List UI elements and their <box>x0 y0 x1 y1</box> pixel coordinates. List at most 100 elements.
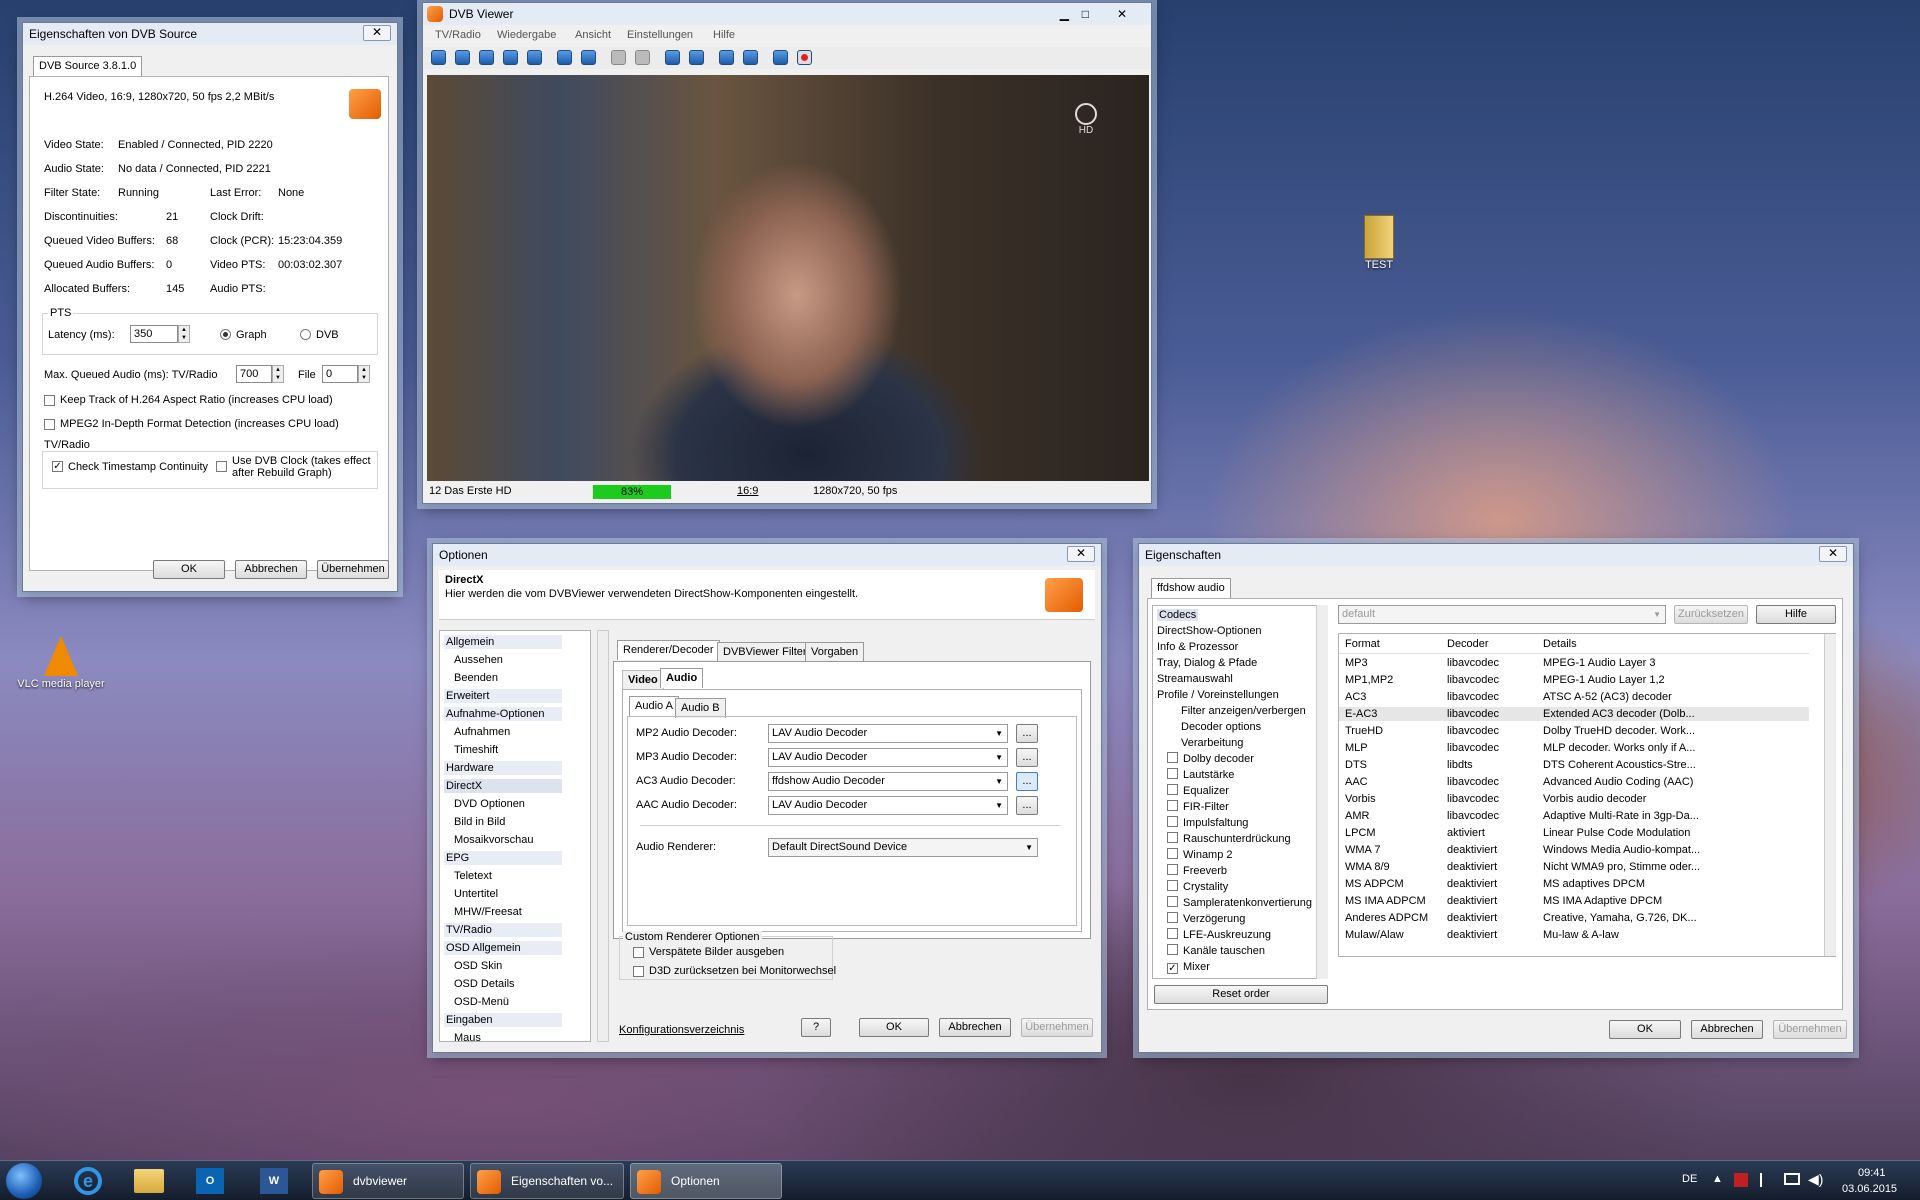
tree-item[interactable]: Lautstärke <box>1167 768 1234 783</box>
mp3-decoder-select[interactable]: LAV Audio Decoder ▼ <box>768 748 1008 767</box>
tree-item-checkbox[interactable] <box>1167 912 1178 923</box>
record-icon[interactable] <box>797 50 812 65</box>
tab-vorgaben[interactable]: Vorgaben <box>805 642 865 662</box>
subtab-audio[interactable]: Audio <box>660 668 704 688</box>
explorer-folder-icon[interactable] <box>134 1169 164 1193</box>
mp2-config-button[interactable]: ... <box>1016 724 1038 743</box>
nav-item[interactable]: OSD Details <box>454 977 515 991</box>
options-ok-button[interactable]: OK <box>859 1018 929 1037</box>
table-row[interactable]: MP1,MP2 libavcodec MPEG-1 Audio Layer 1,2 <box>1339 673 1809 687</box>
tree-item-checkbox[interactable] <box>1167 784 1178 795</box>
nav-item[interactable]: Bild in Bild <box>454 815 505 829</box>
previous-channel-icon[interactable] <box>665 50 680 65</box>
nav-item[interactable]: Beenden <box>454 671 498 685</box>
mpeg2-detection-checkbox[interactable] <box>44 419 55 430</box>
epg-icon[interactable] <box>527 50 542 65</box>
table-row[interactable]: MS ADPCM deaktiviert MS adaptives DPCM <box>1339 877 1809 891</box>
tree-item[interactable]: Kanäle tauschen <box>1167 944 1265 959</box>
menu-tvradio[interactable]: TV/Radio <box>435 29 481 41</box>
options-close-button[interactable]: ✕ <box>1067 546 1095 562</box>
options-icon[interactable] <box>743 50 758 65</box>
file-input[interactable]: 0 <box>322 365 358 383</box>
show-hidden-icons-icon[interactable]: ▲ <box>1712 1173 1723 1185</box>
nav-item[interactable]: Aufnahmen <box>454 725 510 739</box>
minimize-button[interactable]: ▁ <box>1060 3 1069 25</box>
table-row[interactable]: Mulaw/Alaw deaktiviert Mu-law & A-law <box>1339 928 1809 942</box>
aac-decoder-select[interactable]: LAV Audio Decoder ▼ <box>768 796 1008 815</box>
column-decoder[interactable]: Decoder <box>1447 638 1489 650</box>
video-area[interactable]: HD <box>427 75 1149 481</box>
table-row[interactable]: WMA 8/9 deaktiviert Nicht WMA9 pro, Stimme… <box>1339 860 1809 874</box>
tree-item[interactable]: Rauschunterdrückung <box>1167 832 1291 847</box>
ok-button[interactable]: OK <box>153 560 225 579</box>
ffdshow-cancel-button[interactable]: Abbrechen <box>1691 1020 1763 1039</box>
tree-item-checkbox[interactable] <box>1167 848 1178 859</box>
taskbar-item-eigenschaften[interactable]: Eigenschaften vo... <box>470 1163 624 1199</box>
tree-item[interactable]: Profile / Voreinstellungen <box>1157 688 1279 703</box>
action-center-icon[interactable] <box>1760 1173 1772 1187</box>
window-icon[interactable] <box>455 50 470 65</box>
info-icon[interactable] <box>773 50 788 65</box>
taskbar-item-optionen[interactable]: Optionen <box>630 1163 782 1199</box>
nav-item[interactable]: TV/Radio <box>444 923 562 937</box>
preset-select[interactable]: default ▼ <box>1338 605 1666 624</box>
graph-radio[interactable] <box>220 329 231 340</box>
dvb-radio[interactable] <box>300 329 311 340</box>
table-row[interactable]: WMA 7 deaktiviert Windows Media Audio-komp… <box>1339 843 1809 857</box>
apply-button[interactable]: Übernehmen <box>317 560 389 579</box>
table-row[interactable]: LPCM aktiviert Linear Pulse Code Modulatio… <box>1339 826 1809 840</box>
nav-item[interactable]: Maus <box>454 1031 481 1041</box>
viewer-close-button[interactable]: ✕ <box>1117 3 1127 25</box>
tab-renderer-decoder[interactable]: Renderer/Decoder <box>617 640 720 660</box>
help-button[interactable]: Hilfe <box>1756 605 1836 624</box>
nav-item[interactable]: MHW/Freesat <box>454 905 522 919</box>
forward-icon[interactable] <box>581 50 596 65</box>
nav-item[interactable]: OSD Allgemein <box>444 941 562 955</box>
tree-item-checkbox[interactable] <box>1167 880 1178 891</box>
tab-dvbviewer-filter[interactable]: DVBViewer Filter <box>717 642 813 662</box>
latency-input[interactable]: 350 <box>130 325 178 343</box>
nav-item[interactable]: Hardware <box>444 761 562 775</box>
desktop-icon[interactable] <box>479 50 494 65</box>
table-row[interactable]: E-AC3 libavcodec Extended AC3 decoder (Dol… <box>1339 707 1809 721</box>
subtab-video[interactable]: Video <box>622 670 664 690</box>
tree-item[interactable]: Verarbeitung <box>1181 736 1243 751</box>
tab-dvb-source[interactable]: DVB Source 3.8.1.0 <box>33 56 143 76</box>
clock-date[interactable]: 03.06.2015 <box>1842 1183 1897 1195</box>
nav-scrollbar[interactable] <box>597 630 609 1042</box>
nav-item[interactable]: OSD-Menü <box>454 995 509 1009</box>
tree-item[interactable]: Tray, Dialog & Pfade <box>1157 656 1257 671</box>
tree-item[interactable]: Decoder options <box>1181 720 1261 735</box>
nav-item[interactable]: Aufnahme-Optionen <box>444 707 562 721</box>
column-details[interactable]: Details <box>1543 638 1577 650</box>
options-cancel-button[interactable]: Abbrechen <box>939 1018 1011 1037</box>
word-icon[interactable]: W <box>260 1168 288 1194</box>
aac-config-button[interactable]: ... <box>1016 796 1038 815</box>
nav-item[interactable]: Aussehen <box>454 653 503 667</box>
nav-item[interactable]: Allgemein <box>444 635 562 649</box>
tree-item-checkbox[interactable] <box>1167 752 1178 763</box>
nav-item[interactable]: Eingaben <box>444 1013 562 1027</box>
next-channel-icon[interactable] <box>689 50 704 65</box>
keep-track-checkbox[interactable] <box>44 395 55 406</box>
table-row[interactable]: MS IMA ADPCM deaktiviert MS IMA Adaptive D… <box>1339 894 1809 908</box>
tree-item[interactable]: Sampleratenkonvertierung <box>1167 896 1312 911</box>
reset-button[interactable]: Zurücksetzen <box>1674 605 1748 624</box>
table-row[interactable]: TrueHD libavcodec Dolby TrueHD decoder. Wo… <box>1339 724 1809 738</box>
aspect-ratio[interactable]: 16:9 <box>737 485 758 497</box>
close-button[interactable]: ✕ <box>363 25 391 41</box>
tree-item-checkbox[interactable]: ✓ <box>1167 963 1178 974</box>
clock-time[interactable]: 09:41 <box>1858 1167 1886 1179</box>
maximize-button[interactable]: □ <box>1082 3 1089 25</box>
internet-explorer-icon[interactable]: e <box>74 1167 102 1195</box>
ffdshow-close-button[interactable]: ✕ <box>1819 546 1847 562</box>
column-format[interactable]: Format <box>1345 638 1380 650</box>
menu-ansicht[interactable]: Ansicht <box>575 29 611 41</box>
config-directory-link[interactable]: Konfigurationsverzeichnis <box>619 1024 744 1036</box>
nav-item[interactable]: OSD Skin <box>454 959 502 973</box>
tree-item[interactable]: ✓ Mixer <box>1167 960 1210 975</box>
ffdshow-apply-button[interactable]: Übernehmen <box>1773 1020 1847 1039</box>
tree-item-checkbox[interactable] <box>1167 864 1178 875</box>
timestamp-continuity-checkbox[interactable]: ✓ <box>52 461 63 472</box>
audio-renderer-select[interactable]: Default DirectSound Device ▼ <box>768 838 1038 857</box>
